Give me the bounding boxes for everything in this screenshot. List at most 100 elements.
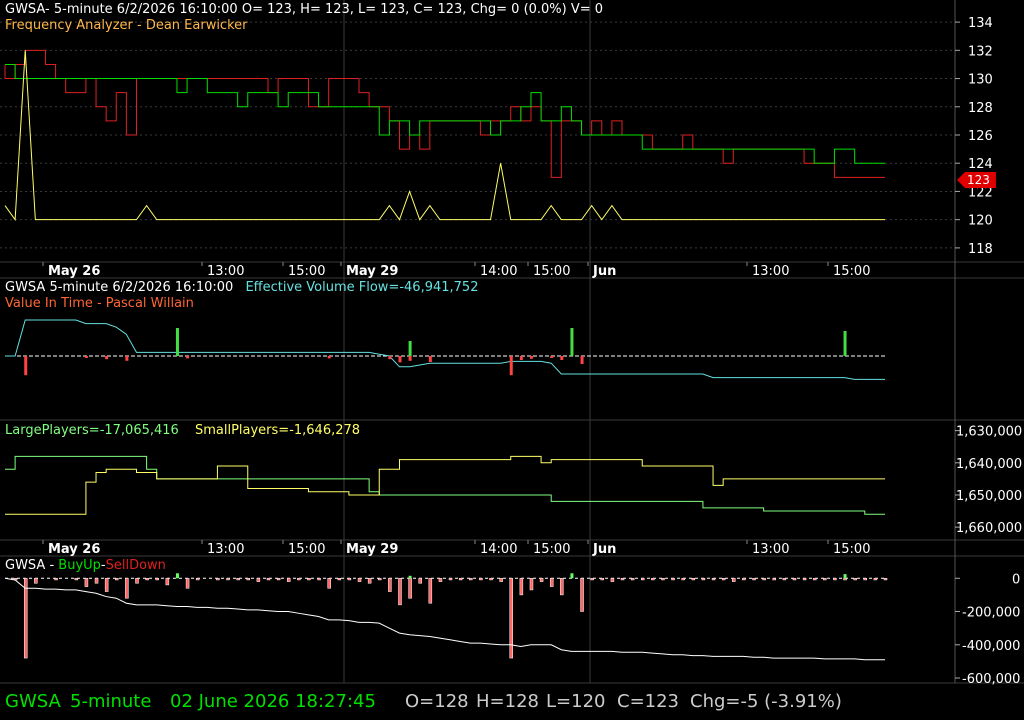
p4-selldown-bar — [792, 578, 797, 581]
p4-selldown-bar — [863, 578, 868, 581]
p4-selldown-bar — [195, 578, 200, 581]
status-high: H=128 — [476, 691, 539, 712]
p4-selldown-bar — [135, 578, 139, 584]
x-tick-label: 13:00 — [207, 542, 244, 557]
p4-y-tick-label: 0 — [1012, 572, 1020, 587]
p2-sell-bar — [105, 356, 109, 360]
p4-selldown-bar — [671, 578, 675, 581]
p4-selldown-bar — [509, 578, 513, 659]
p4-selldown-bar — [458, 578, 463, 581]
p4-selldown-bar — [94, 578, 99, 584]
p4-y-tick-label: -200,000 — [962, 606, 1020, 621]
p4-selldown-bar — [448, 578, 453, 581]
p4-selldown-bar — [711, 578, 716, 581]
status-bar: GWSA 5-minute 02 June 2026 18:27:45 O=12… — [0, 683, 1024, 720]
p2-sell-bar — [550, 356, 554, 358]
status-low: L=120 — [546, 691, 606, 712]
p3-y-tick-label: 1,640,000 — [956, 457, 1022, 472]
x-tick-label: 15:00 — [833, 542, 870, 557]
p4-selldown-bar — [469, 578, 473, 581]
p2-sell-bar — [24, 356, 28, 376]
x-tick-label: Jun — [592, 264, 616, 279]
p4-selldown-bar — [286, 578, 291, 582]
p1-y-tick-label: 132 — [968, 44, 993, 59]
x-tick-label: 13:00 — [752, 264, 789, 279]
panel1-subtitle: Frequency Analyzer - Dean Earwicker — [5, 18, 248, 33]
p4-selldown-bar — [742, 578, 746, 581]
p1-y-tick-label: 130 — [968, 73, 993, 88]
x-tick-label: 15:00 — [833, 264, 870, 279]
p4-selldown-bar — [539, 578, 544, 582]
p1-series-green — [5, 63, 885, 164]
p4-selldown-bar — [640, 578, 645, 581]
p4-selldown-bar — [23, 578, 28, 659]
status-open: O=128 — [405, 691, 469, 712]
p4-selldown-bar — [347, 578, 352, 581]
p2-sell-bar — [428, 356, 432, 362]
p4-selldown-bar — [256, 578, 261, 582]
last-price-tag: 123 — [957, 172, 996, 188]
p4-selldown-bar — [125, 578, 129, 599]
p2-sell-bar — [388, 356, 392, 360]
p4-buyup-bar — [175, 573, 179, 579]
status-symbol: GWSA — [5, 691, 61, 712]
p3-large-players-line — [5, 455, 885, 515]
p4-selldown-bar — [802, 578, 807, 581]
p4-selldown-bar — [297, 578, 301, 581]
p4-cumulative-line — [4, 577, 885, 661]
status-interval: 5-minute — [70, 691, 152, 712]
p2-sell-bar — [408, 356, 412, 361]
p4-selldown-bar — [620, 578, 625, 581]
p4-selldown-bar — [428, 578, 433, 604]
p4-selldown-bar — [823, 578, 827, 581]
p4-selldown-bar — [84, 578, 89, 587]
p2-buy-bar — [408, 341, 412, 356]
panel2-header-flow: Effective Volume Flow=-46,941,752 — [245, 280, 479, 295]
p4-selldown-bar — [378, 578, 382, 581]
large-players-label: LargePlayers=-17,065,416 — [5, 423, 179, 438]
x-tick-label: 13:00 — [752, 542, 789, 557]
p2-buy-bar — [570, 328, 574, 356]
p4-selldown-bar — [610, 578, 615, 582]
p1-y-tick-label: 126 — [968, 129, 993, 144]
p4-selldown-bar — [661, 578, 665, 581]
panel2-header-prefix: GWSA 5-minute 6/2/2026 16:10:00 — [5, 280, 234, 295]
panel1-header: GWSA- 5-minute 6/2/2026 16:10:00 O= 123,… — [5, 2, 604, 17]
panel2-subtitle: Value In Time - Pascal Willain — [5, 296, 194, 311]
panel4-ticker: GWSA - — [5, 558, 59, 573]
x-tick-label: 15:00 — [288, 264, 325, 279]
p4-selldown-bar — [34, 578, 38, 584]
x-tick-label: May 29 — [346, 264, 398, 279]
p4-selldown-bar — [216, 578, 220, 581]
p4-selldown-bar — [762, 578, 766, 581]
p4-selldown-bar — [276, 578, 281, 581]
p4-selldown-bar — [438, 578, 443, 582]
p4-selldown-bar — [104, 578, 109, 592]
p4-selldown-bar — [812, 578, 817, 581]
p2-sell-bar — [580, 356, 584, 364]
p4-selldown-bar — [266, 578, 271, 581]
p4-selldown-bar — [883, 578, 888, 581]
p2-flow-line — [5, 319, 885, 380]
p2-sell-bar — [519, 356, 523, 360]
p4-selldown-bar — [681, 578, 685, 581]
p4-selldown-bar — [580, 578, 584, 612]
p4-selldown-bar — [499, 578, 503, 582]
p4-selldown-bar — [337, 578, 342, 581]
p4-selldown-bar — [367, 578, 372, 584]
p4-buyup-bar — [570, 573, 574, 579]
p4-selldown-bar — [630, 578, 635, 581]
p4-selldown-bar — [155, 578, 159, 581]
p3-y-tick-label: 1,660,000 — [956, 521, 1022, 536]
p4-buyup-bar — [408, 575, 412, 579]
p4-selldown-bar — [590, 578, 594, 581]
p4-selldown-bar — [236, 578, 240, 581]
p4-selldown-bar — [408, 578, 412, 599]
p4-selldown-bar — [782, 578, 787, 581]
selldown-label: SellDown — [105, 558, 166, 573]
p3-small-players-line — [5, 455, 885, 515]
p4-selldown-bar — [145, 578, 149, 581]
p1-y-tick-label: 124 — [968, 157, 993, 172]
p4-selldown-bar — [519, 578, 524, 596]
p2-buy-bar — [175, 328, 179, 356]
